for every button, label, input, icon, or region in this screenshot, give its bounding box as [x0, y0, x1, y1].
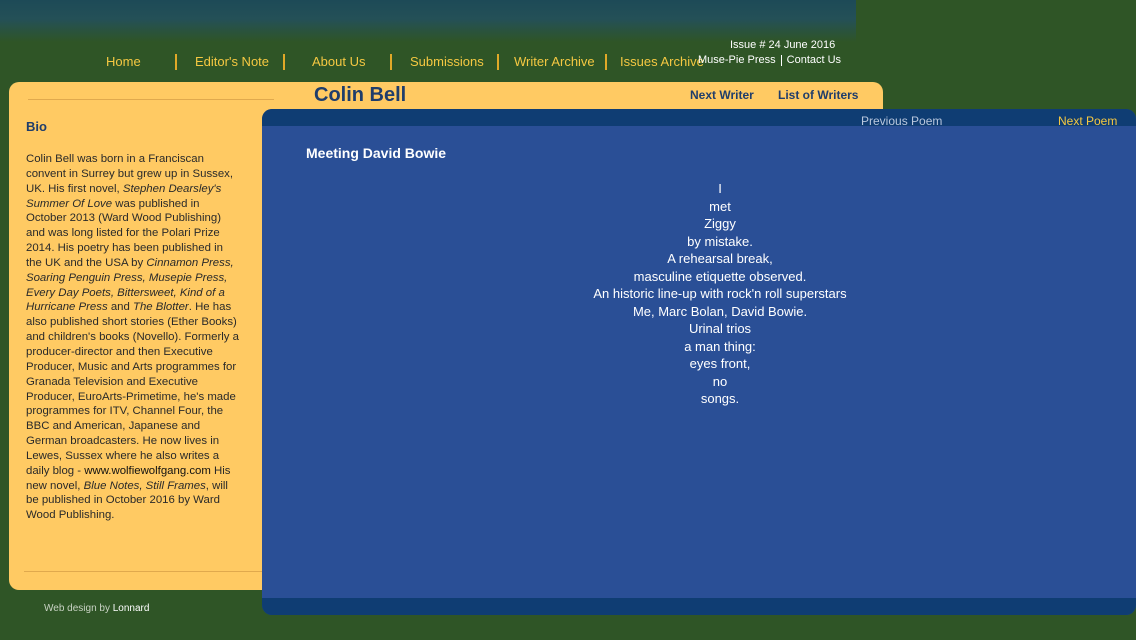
- writer-name: Colin Bell: [314, 84, 407, 106]
- divider-line: [28, 99, 274, 100]
- poem-line: no: [712, 373, 728, 389]
- nav-issues-archive[interactable]: Issues Archive: [620, 54, 704, 69]
- nav-separator: [605, 54, 607, 70]
- contact-us-link[interactable]: Contact Us: [787, 54, 841, 66]
- bio-text: Colin Bell was born in a Franciscan conv…: [26, 152, 240, 523]
- bio-italic-publisher: The Blotter: [133, 301, 189, 314]
- divider-line: [24, 571, 262, 572]
- nav-about-us[interactable]: About Us: [312, 54, 365, 69]
- poem-line: songs.: [700, 391, 740, 406]
- nav-editors-note[interactable]: Editor's Note: [195, 54, 269, 69]
- bio-text-part: . He has also published short stories (E…: [26, 301, 239, 477]
- nav-separator: [390, 54, 392, 70]
- designer-link[interactable]: Lonnard: [113, 603, 150, 614]
- web-design-credit: Web design by Lonnard: [44, 603, 149, 614]
- nav-submissions[interactable]: Submissions: [410, 54, 484, 69]
- list-of-writers-link[interactable]: List of Writers: [778, 88, 858, 102]
- poem-line: a man thing:: [684, 338, 756, 354]
- publisher-links: Muse-Pie Press Contact Us: [698, 54, 841, 66]
- poem-line: Me, Marc Bolan, David Bowie.: [632, 303, 808, 319]
- poem-panel-header: [262, 109, 1136, 126]
- poem-line: Ziggy: [704, 216, 736, 231]
- poem-line: met: [709, 198, 731, 214]
- poem-line: eyes front,: [689, 356, 751, 371]
- nav-separator: [175, 54, 177, 70]
- poem-title: Meeting David Bowie: [306, 145, 447, 161]
- bio-text-part: and: [107, 301, 134, 314]
- poem-line: I: [718, 181, 722, 196]
- issue-label: Issue # 24 June 2016: [730, 39, 836, 51]
- top-gradient-band: [0, 0, 856, 42]
- previous-poem-link[interactable]: Previous Poem: [861, 114, 942, 128]
- poem-panel-footer: [262, 598, 1136, 615]
- poem-line: A rehearsal break,: [667, 251, 773, 266]
- nav-separator: [497, 54, 499, 70]
- poem-line: by mistake.: [687, 233, 753, 249]
- next-writer-link[interactable]: Next Writer: [690, 88, 754, 102]
- nav-separator: [283, 54, 285, 70]
- blog-link[interactable]: www.wolfiewolfgang.com: [84, 465, 211, 477]
- bio-italic-novel: Blue Notes, Still Frames: [83, 479, 206, 492]
- bio-heading: Bio: [26, 119, 47, 134]
- publisher-link[interactable]: Muse-Pie Press: [698, 54, 776, 66]
- poem-body: I met Ziggy by mistake. A rehearsal brea…: [520, 180, 920, 408]
- next-poem-link[interactable]: Next Poem: [1058, 114, 1117, 128]
- poem-line: An historic line-up with rock'n roll sup…: [593, 286, 847, 301]
- poem-line: Urinal trios: [688, 321, 752, 336]
- nav-writer-archive[interactable]: Writer Archive: [514, 54, 595, 69]
- link-divider: [780, 54, 782, 66]
- nav-home[interactable]: Home: [106, 54, 141, 69]
- poem-line: masculine etiquette observed.: [633, 268, 807, 284]
- credit-prefix: Web design by: [44, 603, 110, 614]
